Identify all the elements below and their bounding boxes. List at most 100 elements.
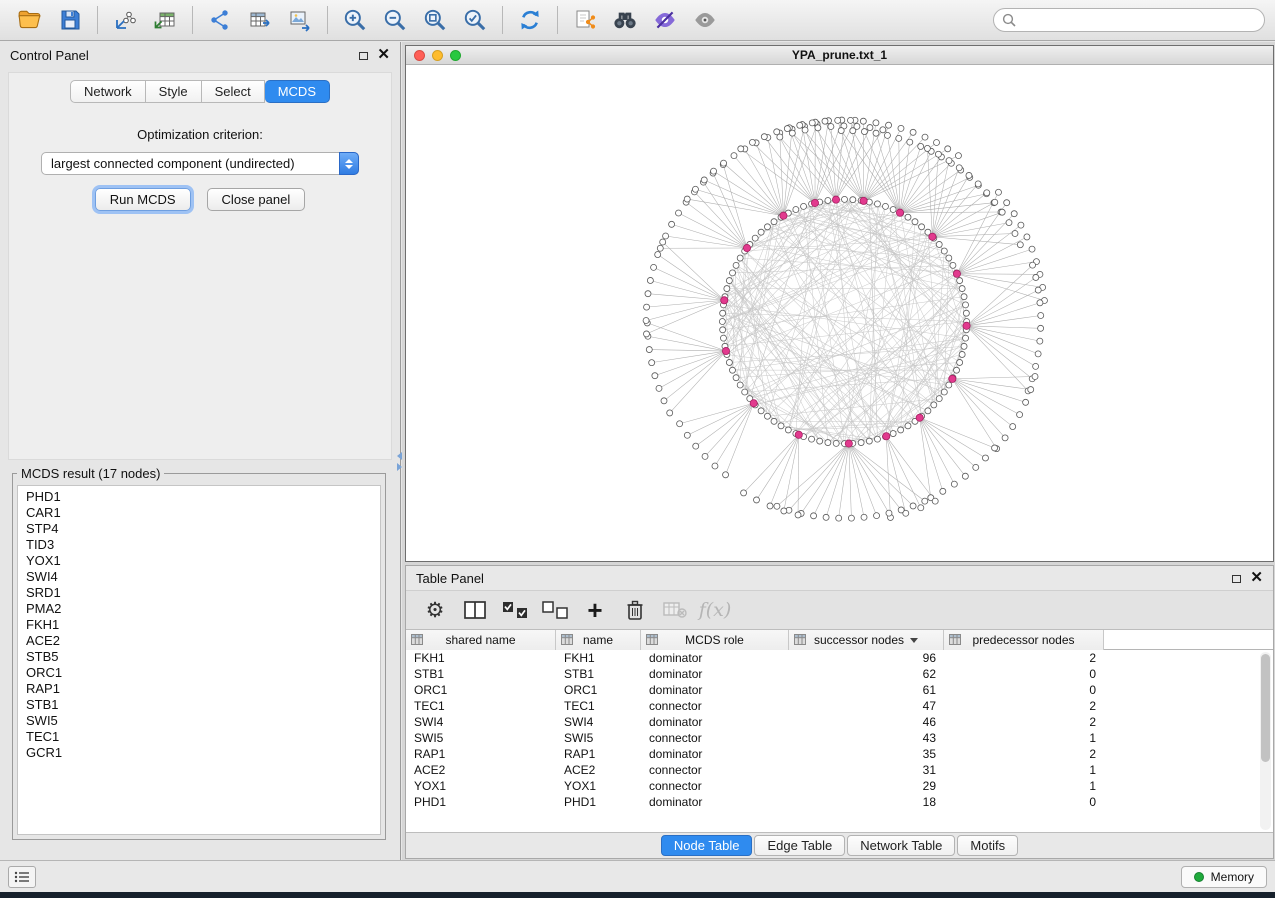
mcds-result-item[interactable]: STP4 xyxy=(18,521,380,537)
scrollbar-thumb[interactable] xyxy=(1261,654,1270,762)
table-cell: dominator xyxy=(641,747,789,761)
table-row[interactable]: STB1STB1dominator620 xyxy=(406,666,1273,682)
table-row[interactable]: SWI4SWI4dominator462 xyxy=(406,714,1273,730)
delete-column-button[interactable] xyxy=(618,594,652,626)
mcds-result-item[interactable]: STB1 xyxy=(18,697,380,713)
table-row[interactable]: TEC1TEC1connector472 xyxy=(406,698,1273,714)
table-row[interactable]: RAP1RAP1dominator352 xyxy=(406,746,1273,762)
table-cell: 46 xyxy=(789,715,944,729)
mcds-result-item[interactable]: STB5 xyxy=(18,649,380,665)
refresh-icon xyxy=(517,7,543,33)
select-all-button[interactable] xyxy=(498,594,532,626)
criterion-selected-value: largest connected component (undirected) xyxy=(51,156,295,171)
control-panel: Control Panel ✕ NetworkStyleSelectMCDS O… xyxy=(0,42,401,860)
zoom-selected-button[interactable] xyxy=(455,3,495,37)
find-button[interactable] xyxy=(605,3,645,37)
close-panel-button[interactable]: Close panel xyxy=(207,188,306,211)
table-cell: 2 xyxy=(944,715,1104,729)
close-panel-icon[interactable]: ✕ xyxy=(377,50,390,60)
criterion-select[interactable]: largest connected component (undirected) xyxy=(41,152,359,175)
mcds-result-item[interactable]: TID3 xyxy=(18,537,380,553)
mcds-result-item[interactable]: RAP1 xyxy=(18,681,380,697)
open-session-button[interactable] xyxy=(10,3,50,37)
import-network-button[interactable] xyxy=(105,3,145,37)
trash-icon xyxy=(625,599,645,621)
column-header-MCDS-role[interactable]: MCDS role xyxy=(641,630,789,650)
status-menu-button[interactable] xyxy=(8,866,36,888)
column-header-shared-name[interactable]: shared name xyxy=(406,630,556,650)
column-settings-button[interactable]: ⚙ xyxy=(418,594,452,626)
save-session-button[interactable] xyxy=(50,3,90,37)
tab-network-table[interactable]: Network Table xyxy=(847,835,955,856)
mcds-result-item[interactable]: SRD1 xyxy=(18,585,380,601)
tab-mcds[interactable]: MCDS xyxy=(265,80,330,103)
show-graphics-button[interactable] xyxy=(685,3,725,37)
zoom-fit-button[interactable] xyxy=(415,3,455,37)
deselect-all-button[interactable] xyxy=(538,594,572,626)
table-cell: 0 xyxy=(944,683,1104,697)
float-panel-button[interactable] xyxy=(359,48,368,63)
show-columns-button[interactable] xyxy=(458,594,492,626)
network-graph[interactable] xyxy=(406,65,1273,561)
import-table-button[interactable] xyxy=(145,3,185,37)
export-network-button[interactable] xyxy=(200,3,240,37)
run-mcds-button[interactable]: Run MCDS xyxy=(95,188,191,211)
table-cell: YOX1 xyxy=(556,779,641,793)
mcds-result-item[interactable]: CAR1 xyxy=(18,505,380,521)
float-table-panel-button[interactable] xyxy=(1232,571,1241,586)
zoom-out-button[interactable] xyxy=(375,3,415,37)
mcds-result-item[interactable]: PMA2 xyxy=(18,601,380,617)
close-table-panel-icon[interactable]: ✕ xyxy=(1250,573,1263,583)
tab-network[interactable]: Network xyxy=(70,80,146,103)
tab-edge-table[interactable]: Edge Table xyxy=(754,835,845,856)
mcds-result-item[interactable]: SWI4 xyxy=(18,569,380,585)
search-input[interactable] xyxy=(1021,13,1256,27)
table-cell: connector xyxy=(641,731,789,745)
mcds-result-item[interactable]: GCR1 xyxy=(18,745,380,761)
table-row[interactable]: ORC1ORC1dominator610 xyxy=(406,682,1273,698)
mcds-result-item[interactable]: YOX1 xyxy=(18,553,380,569)
network-window-titlebar[interactable]: YPA_prune.txt_1 xyxy=(406,46,1273,65)
list-icon xyxy=(14,871,30,883)
mcds-result-item[interactable]: SWI5 xyxy=(18,713,380,729)
table-cell: 31 xyxy=(789,763,944,777)
table-panel-header: Table Panel ✕ xyxy=(406,566,1273,590)
table-row[interactable]: PHD1PHD1dominator180 xyxy=(406,794,1273,810)
refresh-button[interactable] xyxy=(510,3,550,37)
add-column-button[interactable]: + xyxy=(578,594,612,626)
table-row[interactable]: ACE2ACE2connector311 xyxy=(406,762,1273,778)
table-scrollbar[interactable] xyxy=(1260,652,1271,830)
table-row[interactable]: FKH1FKH1dominator962 xyxy=(406,650,1273,666)
birdseye-toggle-button[interactable] xyxy=(645,3,685,37)
mcds-result-item[interactable]: ACE2 xyxy=(18,633,380,649)
toolbar-separator xyxy=(502,6,503,34)
table-cell: ORC1 xyxy=(406,683,556,697)
control-panel-tabs: NetworkStyleSelectMCDS xyxy=(9,80,391,103)
mcds-result-item[interactable]: FKH1 xyxy=(18,617,380,633)
export-table-button[interactable] xyxy=(240,3,280,37)
table-cell: 61 xyxy=(789,683,944,697)
column-header-predecessor-nodes[interactable]: predecessor nodes xyxy=(944,630,1104,650)
duplicate-network-button[interactable] xyxy=(565,3,605,37)
export-image-button[interactable] xyxy=(280,3,320,37)
table-row[interactable]: YOX1YOX1connector291 xyxy=(406,778,1273,794)
column-header-successor-nodes[interactable]: successor nodes xyxy=(789,630,944,650)
table-row[interactable]: SWI5SWI5connector431 xyxy=(406,730,1273,746)
tab-motifs[interactable]: Motifs xyxy=(957,835,1018,856)
column-header-name[interactable]: name xyxy=(556,630,641,650)
mcds-result-item[interactable]: TEC1 xyxy=(18,729,380,745)
tab-select[interactable]: Select xyxy=(202,80,265,103)
table-header-row: shared namenameMCDS rolesuccessor nodesp… xyxy=(406,630,1273,650)
zoom-in-button[interactable] xyxy=(335,3,375,37)
select-all-icon xyxy=(502,601,529,620)
mcds-result-item[interactable]: ORC1 xyxy=(18,665,380,681)
memory-button[interactable]: Memory xyxy=(1181,866,1267,888)
clear-table-button[interactable] xyxy=(658,594,692,626)
table-cell: ACE2 xyxy=(406,763,556,777)
function-builder-button[interactable]: f(x) xyxy=(698,594,732,626)
search-box[interactable] xyxy=(993,8,1265,32)
tab-node-table[interactable]: Node Table xyxy=(661,835,753,856)
tab-style[interactable]: Style xyxy=(146,80,202,103)
mcds-result-list[interactable]: PHD1CAR1STP4TID3YOX1SWI4SRD1PMA2FKH1ACE2… xyxy=(17,485,381,835)
mcds-result-item[interactable]: PHD1 xyxy=(18,489,380,505)
